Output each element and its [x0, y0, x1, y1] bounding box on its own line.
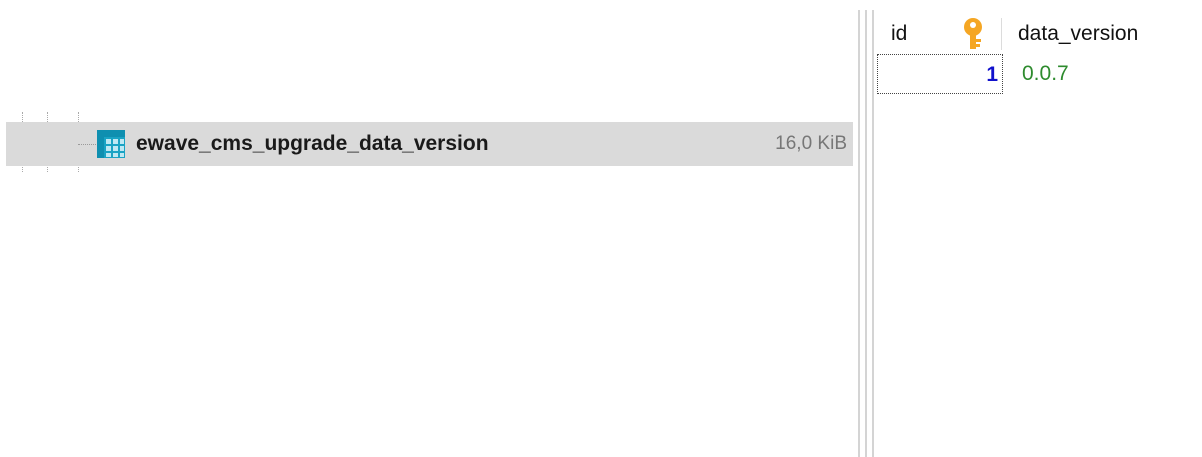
splitter-line: [858, 10, 860, 457]
cell-data-version[interactable]: 0.0.7: [1022, 54, 1069, 94]
column-separator: [1001, 18, 1002, 50]
cell-id[interactable]: 1: [877, 54, 1003, 94]
table-name: ewave_cms_upgrade_data_version: [136, 132, 489, 155]
splitter-line: [865, 10, 867, 457]
table-icon: [97, 130, 125, 158]
column-header-data-version[interactable]: data_version: [1018, 14, 1138, 54]
tree-pane: ewave_cms_upgrade_data_version 16,0 KiB: [0, 0, 853, 457]
tree-item-table-selected[interactable]: ewave_cms_upgrade_data_version 16,0 KiB: [6, 122, 853, 166]
pane-splitter[interactable]: [853, 0, 877, 457]
splitter-line: [872, 10, 874, 457]
primary-key-icon: [964, 18, 982, 49]
tree-connector: [78, 144, 96, 145]
column-header-id[interactable]: id: [891, 14, 907, 54]
data-grid: id data_version 1 0.0.7: [877, 0, 1202, 457]
table-size: 16,0 KiB: [775, 133, 847, 154]
